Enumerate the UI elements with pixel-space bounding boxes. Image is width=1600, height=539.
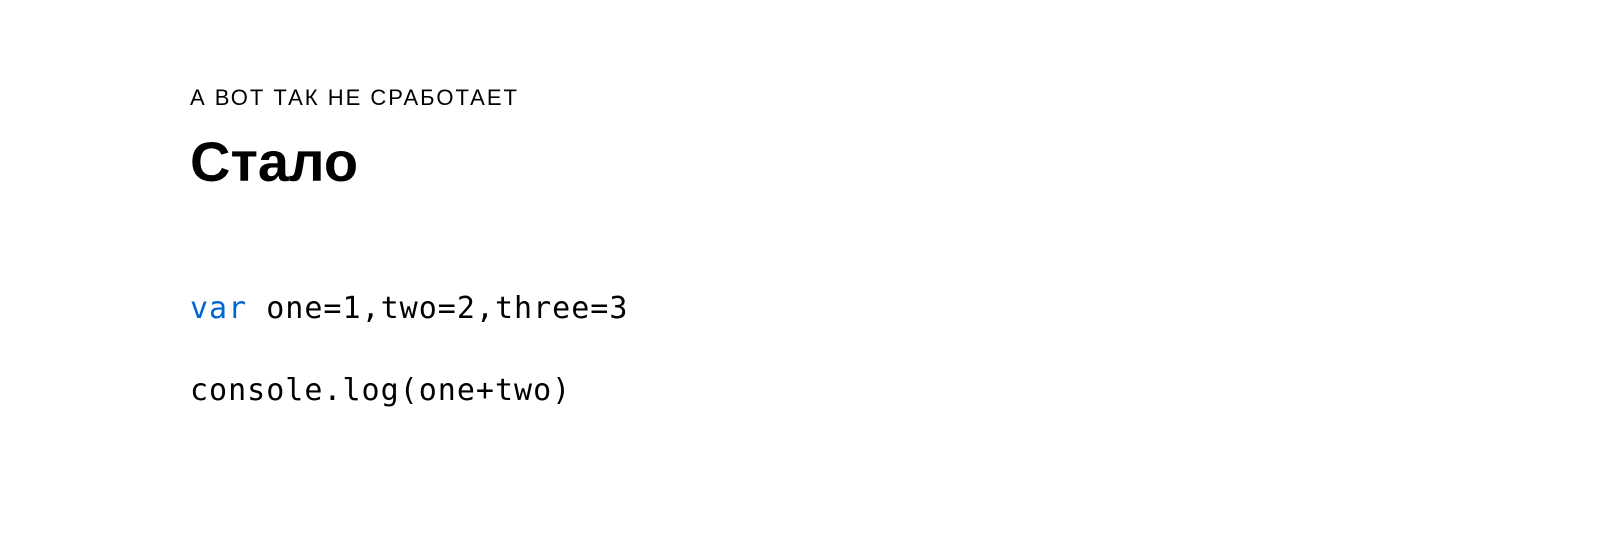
overline-text: А ВОТ ТАК НЕ СРАБОТАЕТ [190, 85, 1600, 111]
code-line-1: var one=1,two=2,three=3 [190, 288, 1600, 330]
code-line-1-rest: one=1,two=2,three=3 [247, 291, 628, 326]
section-heading: Стало [190, 131, 1600, 193]
code-line-2: console.log(one+two) [190, 370, 1600, 412]
code-block: var one=1,two=2,three=3 console.log(one+… [190, 288, 1600, 412]
code-keyword-var: var [190, 291, 247, 326]
